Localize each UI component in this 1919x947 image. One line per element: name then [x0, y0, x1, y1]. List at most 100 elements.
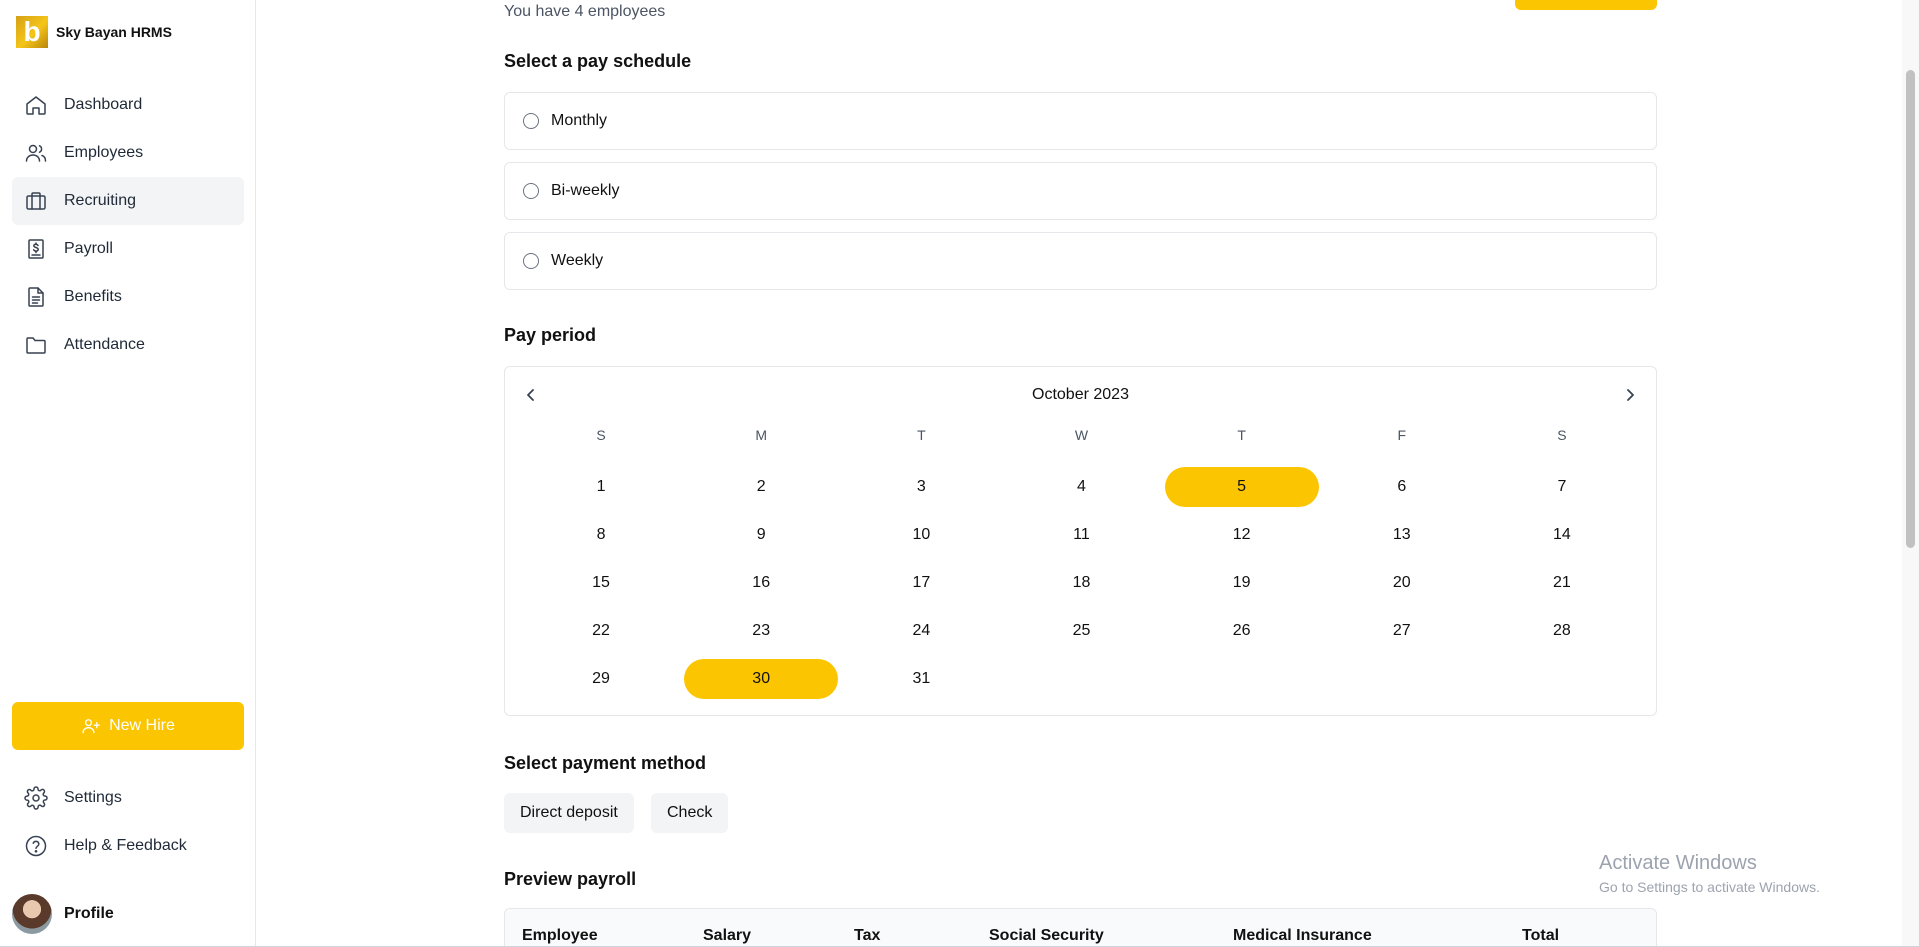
radio-button[interactable] — [523, 183, 539, 199]
column-header-tax: Tax — [854, 927, 881, 944]
payment-method-check[interactable]: Check — [651, 793, 729, 833]
brand-name: Sky Bayan HRMS — [56, 24, 172, 40]
calendar-day-number: 10 — [912, 526, 931, 543]
brand[interactable]: b Sky Bayan HRMS — [16, 16, 172, 48]
scrollbar-thumb[interactable] — [1906, 70, 1915, 548]
calendar-day[interactable]: 27 — [1322, 607, 1482, 655]
sidebar-item-label: Attendance — [64, 336, 145, 353]
sidebar-item-label: Benefits — [64, 288, 122, 305]
calendar-day[interactable]: 11 — [1001, 511, 1161, 559]
sidebar-item-label: Dashboard — [64, 96, 143, 113]
calendar-weekday: F — [1397, 427, 1407, 443]
calendar-day[interactable]: 17 — [841, 559, 1001, 607]
calendar-month-label: October 2023 — [1032, 386, 1129, 403]
calendar-day[interactable]: 18 — [1001, 559, 1161, 607]
sidebar-item-dashboard[interactable]: Dashboard — [12, 81, 244, 129]
calendar-day[interactable]: 8 — [521, 511, 681, 559]
calendar-day[interactable]: 1 — [521, 463, 681, 511]
top-action-button[interactable] — [1515, 0, 1657, 10]
employee-count: You have 4 employees — [504, 3, 666, 20]
calendar-day-number: 31 — [912, 670, 931, 687]
calendar-day[interactable]: 26 — [1162, 607, 1322, 655]
profile[interactable]: Profile — [12, 894, 114, 934]
sidebar-item-benefits[interactable]: Benefits — [12, 273, 244, 321]
briefcase-icon — [26, 192, 46, 210]
calendar-day[interactable]: 16 — [681, 559, 841, 607]
calendar-day[interactable]: 21 — [1482, 559, 1642, 607]
pay-schedule-option-bi-weekly[interactable]: Bi-weekly — [504, 162, 1657, 220]
calendar-day-number: 27 — [1392, 622, 1411, 639]
payment-method-direct-deposit[interactable]: Direct deposit — [504, 793, 634, 833]
calendar-day-number: 5 — [1164, 467, 1319, 507]
user-plus-icon — [82, 719, 101, 734]
pay-schedule-option-weekly[interactable]: Weekly — [504, 232, 1657, 290]
calendar-day-number: 13 — [1392, 526, 1411, 543]
sidebar-item-payroll[interactable]: Payroll — [12, 225, 244, 273]
calendar-day[interactable]: 19 — [1162, 559, 1322, 607]
calendar-day[interactable]: 24 — [841, 607, 1001, 655]
calendar-day[interactable]: 29 — [521, 655, 681, 703]
pay-schedule-option-monthly[interactable]: Monthly — [504, 92, 1657, 150]
sidebar-item-employees[interactable]: Employees — [12, 129, 244, 177]
activate-windows-watermark: Activate Windows Go to Settings to activ… — [1599, 852, 1820, 895]
calendar-day-number: 28 — [1553, 622, 1571, 639]
calendar-day-number: 25 — [1072, 622, 1091, 639]
calendar-day[interactable]: 13 — [1322, 511, 1482, 559]
sidebar-item-attendance[interactable]: Attendance — [12, 321, 244, 369]
preview-payroll-title: Preview payroll — [504, 869, 637, 889]
sidebar-item-recruiting[interactable]: Recruiting — [12, 177, 244, 225]
radio-button[interactable] — [523, 253, 539, 269]
profile-label: Profile — [64, 905, 114, 922]
calendar-day[interactable]: 12 — [1162, 511, 1322, 559]
chevron-right-icon — [1627, 389, 1634, 401]
new-hire-button[interactable]: New Hire — [12, 702, 244, 750]
calendar-day[interactable]: 20 — [1322, 559, 1482, 607]
calendar-day[interactable]: 7 — [1482, 463, 1642, 511]
calendar-day-number: 2 — [756, 478, 766, 495]
brand-logo: b — [16, 16, 48, 48]
calendar-day-selected[interactable]: 5 — [1162, 463, 1322, 511]
calendar-day[interactable]: 10 — [841, 511, 1001, 559]
calendar-day-number: 26 — [1232, 622, 1251, 639]
calendar-day[interactable]: 31 — [841, 655, 1001, 703]
calendar-day[interactable]: 2 — [681, 463, 841, 511]
column-header-salary: Salary — [703, 927, 752, 944]
pay-schedule-title: Select a pay schedule — [504, 51, 692, 71]
calendar-next-button[interactable] — [1618, 383, 1642, 407]
calendar-day[interactable]: 3 — [841, 463, 1001, 511]
calendar-day[interactable]: 22 — [521, 607, 681, 655]
calendar-day[interactable]: 14 — [1482, 511, 1642, 559]
watermark-line2: Go to Settings to activate Windows. — [1599, 879, 1820, 895]
calendar-day-number: 11 — [1073, 526, 1090, 543]
sidebar-item-label: Payroll — [64, 240, 113, 257]
radio-button[interactable] — [523, 113, 539, 129]
folder-icon — [26, 337, 46, 354]
new-hire-label: New Hire — [109, 717, 175, 734]
sidebar-item-help-feedback[interactable]: Help & Feedback — [12, 822, 244, 870]
calendar-day[interactable]: 28 — [1482, 607, 1642, 655]
sidebar-item-label: Employees — [64, 144, 144, 161]
calendar-day[interactable]: 4 — [1001, 463, 1161, 511]
calendar-day[interactable]: 9 — [681, 511, 841, 559]
calendar-weekday: S — [596, 427, 606, 443]
calendar-day-number: 19 — [1232, 574, 1251, 591]
calendar-day[interactable]: 6 — [1322, 463, 1482, 511]
calendar-day-number: 30 — [684, 659, 839, 699]
column-header-total: Total — [1522, 927, 1560, 944]
avatar — [12, 894, 52, 934]
sidebar-item-settings[interactable]: Settings — [12, 774, 244, 822]
calendar-weekday: M — [755, 427, 768, 443]
calendar-day-number: 24 — [912, 622, 931, 639]
calendar-day[interactable]: 25 — [1001, 607, 1161, 655]
pay-period-title: Pay period — [504, 325, 597, 345]
page-scrollbar[interactable] — [1902, 0, 1919, 947]
calendar-day-number: 6 — [1397, 478, 1407, 495]
pay-period-calendar: October 2023 SMTWTFS 1 2 3 4 5 6 7 8 9 10 11 12 13 14… — [504, 366, 1657, 716]
calendar-day[interactable]: 23 — [681, 607, 841, 655]
column-header-medical-insurance: Medical Insurance — [1233, 927, 1372, 944]
radio-label: Bi-weekly — [551, 182, 620, 199]
calendar-day-number: 18 — [1072, 574, 1091, 591]
calendar-day-number: 7 — [1557, 478, 1567, 495]
calendar-day-selected[interactable]: 30 — [681, 655, 841, 703]
calendar-day[interactable]: 15 — [521, 559, 681, 607]
